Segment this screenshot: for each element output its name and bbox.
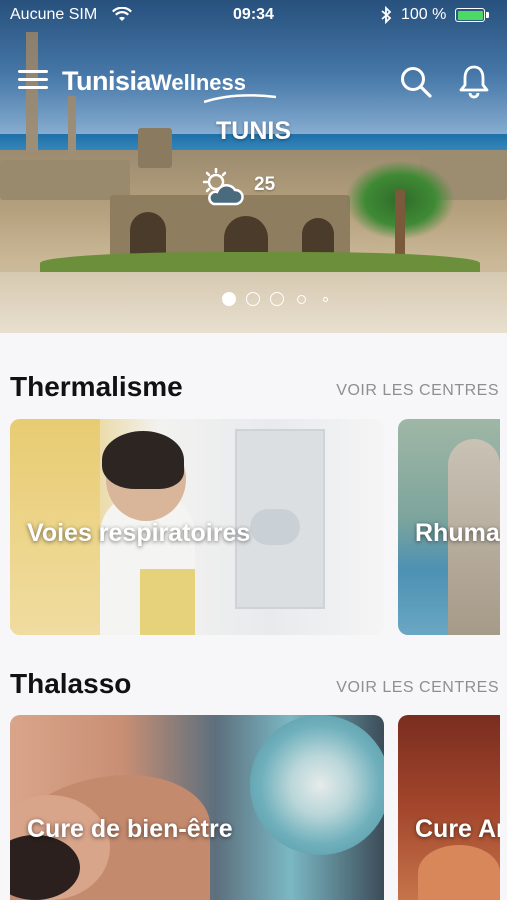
logo-swoosh — [204, 94, 276, 104]
card-voies-respiratoires[interactable]: Voies respiratoires — [10, 419, 384, 635]
card-skin — [418, 845, 500, 900]
card-device-part — [250, 509, 300, 545]
battery-fill — [457, 10, 483, 20]
card-label: Cure de bien-être — [27, 815, 233, 843]
hamburger-icon[interactable] — [18, 70, 48, 92]
city-name: TUNIS — [216, 117, 291, 145]
carousel-dot[interactable] — [323, 297, 328, 302]
carousel-dot[interactable] — [270, 292, 284, 306]
battery-percent: 100 % — [401, 6, 447, 23]
section-title-thermalisme: Thermalisme — [10, 371, 183, 402]
bluetooth-icon — [380, 5, 392, 29]
card-label: Voies respiratoires — [27, 519, 251, 547]
bell-icon[interactable] — [456, 63, 492, 99]
carousel-dots[interactable] — [0, 292, 507, 306]
carousel-dot-active[interactable] — [222, 292, 236, 306]
app-logo[interactable]: TunisiaWellness — [62, 66, 276, 104]
see-centers-link-thalasso[interactable]: VOIR LES CENTRES — [336, 679, 499, 697]
logo-text-wellness: Wellness — [151, 70, 246, 95]
see-centers-link-thermalisme[interactable]: VOIR LES CENTRES — [336, 382, 499, 400]
card-cure-ar[interactable]: Cure Ar — [398, 715, 500, 900]
hero-banner[interactable]: Aucune SIM 09:34 100 % TunisiaWellness T… — [0, 0, 507, 333]
logo-text-tunisia: Tunisia — [62, 66, 152, 96]
search-icon[interactable] — [398, 64, 434, 100]
hero-shade — [0, 0, 507, 333]
battery-tip — [486, 12, 489, 18]
card-label: Cure Ar — [415, 815, 500, 843]
section-title-thalasso: Thalasso — [10, 668, 132, 699]
card-label: Rhuma — [415, 519, 500, 547]
carousel-dot[interactable] — [246, 292, 260, 306]
card-rhumatologie[interactable]: Rhuma — [398, 419, 500, 635]
card-person-hair — [102, 431, 184, 489]
status-bar: Aucune SIM 09:34 100 % — [0, 0, 507, 30]
card-salt-bowl — [250, 715, 384, 855]
battery-icon — [455, 8, 489, 22]
partly-cloudy-icon — [200, 167, 246, 213]
carousel-dot[interactable] — [297, 295, 306, 304]
card-cure-bien-etre[interactable]: Cure de bien-être — [10, 715, 384, 900]
temperature: 25 — [254, 174, 276, 195]
card-person-shirt — [140, 569, 195, 635]
